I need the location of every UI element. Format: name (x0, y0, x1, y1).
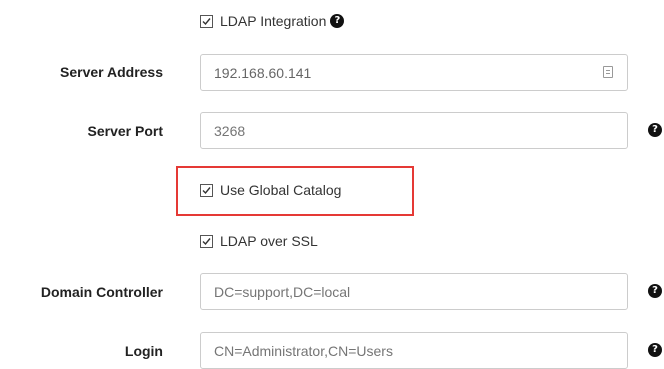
question-circle-icon[interactable]: ? (330, 14, 345, 28)
use-global-catalog-checkbox[interactable] (200, 183, 213, 197)
ldap-over-ssl-checkbox[interactable] (200, 234, 213, 248)
login-input[interactable] (200, 332, 628, 369)
question-circle-icon[interactable]: ? (648, 123, 662, 137)
server-address-input[interactable] (200, 54, 628, 91)
login-label: Login (124, 343, 163, 359)
ldap-integration-label: LDAP Integration (220, 13, 327, 29)
server-port-input[interactable] (200, 112, 628, 149)
ldap-integration-row: LDAP Integration ? (200, 11, 345, 31)
domain-controller-input[interactable] (200, 273, 628, 310)
checkmark-icon (202, 17, 211, 25)
domain-controller-label: Domain Controller (40, 284, 163, 300)
checkmark-icon (202, 186, 211, 194)
question-circle-icon[interactable]: ? (648, 284, 662, 298)
server-port-label: Server Port (87, 123, 163, 139)
question-circle-icon[interactable]: ? (648, 343, 662, 357)
ldap-integration-checkbox[interactable] (200, 14, 213, 28)
checkmark-icon (202, 237, 211, 245)
ldap-over-ssl-label: LDAP over SSL (220, 233, 318, 249)
ldap-over-ssl-row: LDAP over SSL (200, 231, 318, 251)
use-global-catalog-label: Use Global Catalog (220, 182, 342, 198)
contact-card-icon[interactable] (603, 66, 613, 78)
server-address-label: Server Address (60, 64, 163, 80)
use-global-catalog-row: Use Global Catalog (200, 180, 341, 200)
